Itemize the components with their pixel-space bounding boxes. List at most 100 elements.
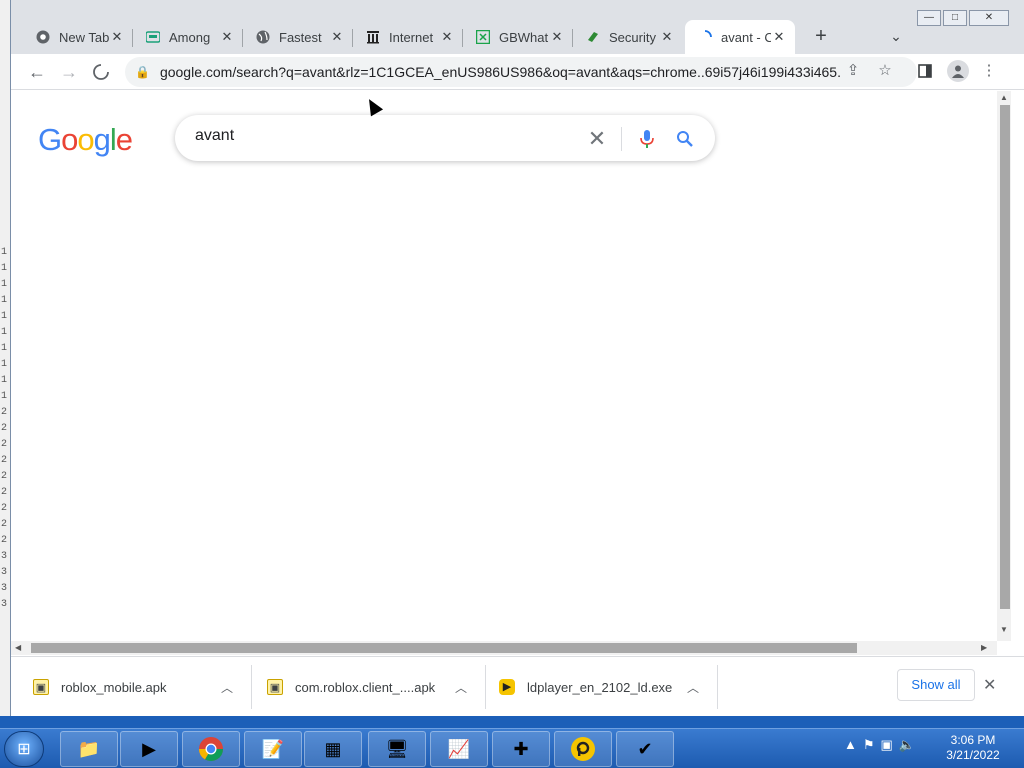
google-logo[interactable]: Google [38,122,133,158]
download-filename: roblox_mobile.apk [61,679,167,695]
line-number: 2 [1,487,8,498]
loading-icon [697,29,713,45]
scroll-up-arrow-icon[interactable]: ▲ [997,93,1011,102]
forward-arrow-icon[interactable]: → [57,60,81,84]
scroll-thumb[interactable] [31,643,857,653]
minimize-button[interactable]: — [917,10,941,26]
media-player-icon[interactable]: ▶ [120,731,178,767]
download-separator [251,665,252,709]
apk-file-icon: ▣ [33,679,49,695]
close-icon[interactable]: ✕ [983,675,996,695]
lock-icon[interactable]: 🔒 [135,65,150,79]
scroll-thumb[interactable] [1000,105,1010,609]
vertical-scrollbar[interactable]: ▲ ▼ [997,91,1011,641]
scroll-down-arrow-icon[interactable]: ▼ [997,625,1011,634]
show-all-button[interactable]: Show all [897,669,975,701]
line-number: 3 [1,567,8,578]
gbwhatsapp-icon [475,29,491,45]
profile-avatar[interactable] [947,60,969,82]
browser-window: New Tab ✕ Among ✕ Fastest ✕ Internet ✕ G… [10,0,1024,716]
paint-app-icon[interactable]: ✔ [616,731,674,767]
tab-security[interactable]: Security ✕ [573,20,683,54]
address-bar[interactable]: 🔒 google.com/search?q=avant&rlz=1C1GCEA_… [125,57,917,87]
line-number: 1 [1,343,8,354]
close-icon[interactable]: ✕ [329,29,345,45]
chart-app-icon[interactable]: 📈 [430,731,488,767]
close-icon[interactable]: ✕ [549,29,565,45]
close-window-button[interactable]: ✕ [969,10,1009,26]
close-icon[interactable]: ✕ [109,29,125,45]
puzzle-app-icon[interactable]: ✚ [492,731,550,767]
stop-loading-icon[interactable] [89,60,113,84]
line-numbers: 1 1 1 1 1 1 1 1 1 1 2 2 2 2 2 2 2 2 2 3 3 3 3 [1,245,7,613]
ldplayer-icon: ▶ [499,679,515,695]
tab-internet[interactable]: Internet ✕ [353,20,463,54]
close-icon[interactable]: ✕ [219,29,235,45]
scroll-left-arrow-icon[interactable]: ◀ [15,641,21,655]
download-item[interactable]: ▶ ldplayer_en_2102_ld.exe ︿ [499,667,723,707]
side-panel-icon[interactable] [915,61,935,81]
tab-title: Fastest [279,29,322,45]
microphone-icon[interactable] [635,127,659,151]
explorer-icon[interactable]: 📁 [60,731,118,767]
tab-fastest[interactable]: Fastest ✕ [243,20,353,54]
clear-icon[interactable]: ✕ [585,127,609,151]
start-button[interactable]: ⊞ [4,731,44,767]
tab-title: Internet [389,29,434,45]
bookmark-star-icon[interactable]: ☆ [875,61,895,81]
chevron-up-icon[interactable]: ︿ [455,679,467,696]
tab-title: Among [169,29,211,45]
line-number: 1 [1,247,8,258]
line-number: 2 [1,439,8,450]
url-text[interactable]: google.com/search?q=avant&rlz=1C1GCEA_en… [160,64,840,80]
monitor-icon[interactable]: 🖥 [368,731,426,767]
line-number: 2 [1,455,8,466]
tab-gbwhatsapp[interactable]: GBWhat ✕ [463,20,573,54]
download-separator [717,665,718,709]
menu-kebab-icon[interactable]: ⋮ [979,61,999,81]
line-number: 1 [1,359,8,370]
notepad-icon[interactable]: 📝 [244,731,302,767]
tab-avant[interactable]: avant - C ✕ [685,20,795,54]
line-number: 2 [1,519,8,530]
search-input[interactable] [195,127,575,145]
back-arrow-icon[interactable]: ← [25,60,49,84]
apk-file-icon: ▣ [267,679,283,695]
line-number: 1 [1,327,8,338]
tab-among[interactable]: Among ✕ [133,20,243,54]
maximize-button[interactable]: □ [943,10,967,26]
scroll-right-arrow-icon[interactable]: ▶ [981,641,987,655]
desktop-strip [0,716,1024,728]
search-icon[interactable] [673,127,697,151]
ldplayer-taskbar-icon[interactable] [554,731,612,767]
chevron-up-icon[interactable]: ︿ [221,679,233,696]
horizontal-scrollbar[interactable]: ◀ ▶ [11,641,997,655]
tab-title: GBWhat [499,29,549,45]
close-icon[interactable]: ✕ [659,29,675,45]
calculator-icon[interactable]: ▦ [304,731,362,767]
line-number: 3 [1,599,8,610]
chrome-taskbar-icon[interactable] [182,731,240,767]
download-item[interactable]: ▣ roblox_mobile.apk ︿ [33,667,257,707]
new-tab-button[interactable]: + [807,24,835,48]
close-icon[interactable]: ✕ [771,29,787,45]
tab-title: New Tab [59,29,109,45]
close-icon[interactable]: ✕ [439,29,455,45]
share-icon[interactable]: ⇪ [843,61,863,81]
download-item[interactable]: ▣ com.roblox.client_....apk ︿ [267,667,491,707]
search-box[interactable]: ✕ [175,115,715,161]
line-number: 2 [1,503,8,514]
download-shelf: ▣ roblox_mobile.apk ︿ ▣ com.roblox.clien… [11,656,1024,716]
archive-icon [365,29,381,45]
chevron-up-icon[interactable]: ︿ [687,679,699,696]
tab-title: avant - C [721,29,771,45]
tab-new-tab[interactable]: New Tab ✕ [23,20,133,54]
toolbar: ← → 🔒 google.com/search?q=avant&rlz=1C1G… [11,54,1024,90]
line-number: 1 [1,391,8,402]
clock[interactable]: 3:06 PM 3/21/2022 [930,733,1016,763]
line-number: 2 [1,471,8,482]
system-tray[interactable]: ▲⚑▣🔈 [844,737,921,753]
tab-search-chevron-down-icon[interactable]: ⌄ [885,24,907,48]
chrome-icon [35,29,51,45]
clock-time: 3:06 PM [950,733,996,747]
